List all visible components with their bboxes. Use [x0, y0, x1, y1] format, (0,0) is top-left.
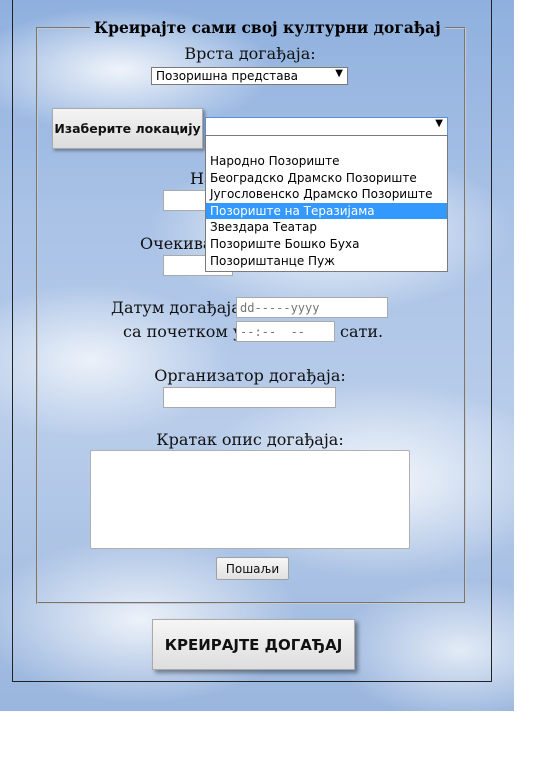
location-select[interactable]: ▼ [205, 117, 448, 137]
event-date-label: Датум догађаја: [111, 298, 247, 317]
organizer-input[interactable] [163, 387, 336, 408]
choose-location-button[interactable]: Изаберите локацију [52, 108, 203, 149]
send-button[interactable]: Пошаљи [216, 557, 289, 580]
event-date-input[interactable] [236, 297, 388, 318]
organizer-label: Организатор догађаја: [154, 366, 346, 385]
event-type-select[interactable]: Позоришна представа ▼ [151, 67, 348, 85]
location-option-highlighted[interactable]: Позориште на Теразијама [206, 202, 447, 220]
start-time-label: са почетком у: [123, 322, 248, 341]
location-option[interactable]: Београдско Драмско Позориште [206, 170, 447, 187]
form-legend: Креирајте сами свој културни догађај [94, 18, 441, 37]
description-label: Кратак опис догађаја: [156, 430, 344, 449]
create-event-button[interactable]: КРЕИРАЈТЕ ДОГАЂАЈ [152, 619, 355, 670]
chevron-down-icon: ▼ [435, 118, 443, 129]
chevron-down-icon: ▼ [335, 68, 343, 79]
event-type-label: Врста догађаја: [184, 44, 316, 63]
location-option[interactable]: Народно Позориште [206, 153, 447, 170]
location-option[interactable]: Југословенско Драмско Позориште [206, 186, 447, 203]
location-option[interactable]: Позориште Бошко Буха [206, 236, 447, 253]
expected-visitors-label: Очекива [140, 234, 213, 253]
location-dropdown-list: Народно Позориште Београдско Драмско Поз… [205, 135, 448, 272]
event-type-value: Позоришна представа [156, 69, 299, 83]
start-time-input[interactable] [236, 321, 335, 342]
description-textarea[interactable] [90, 450, 410, 549]
location-option[interactable]: Звездара Театар [206, 219, 447, 236]
hours-suffix: сати. [340, 322, 384, 341]
location-option[interactable]: Позориштанце Пуж [206, 253, 447, 270]
